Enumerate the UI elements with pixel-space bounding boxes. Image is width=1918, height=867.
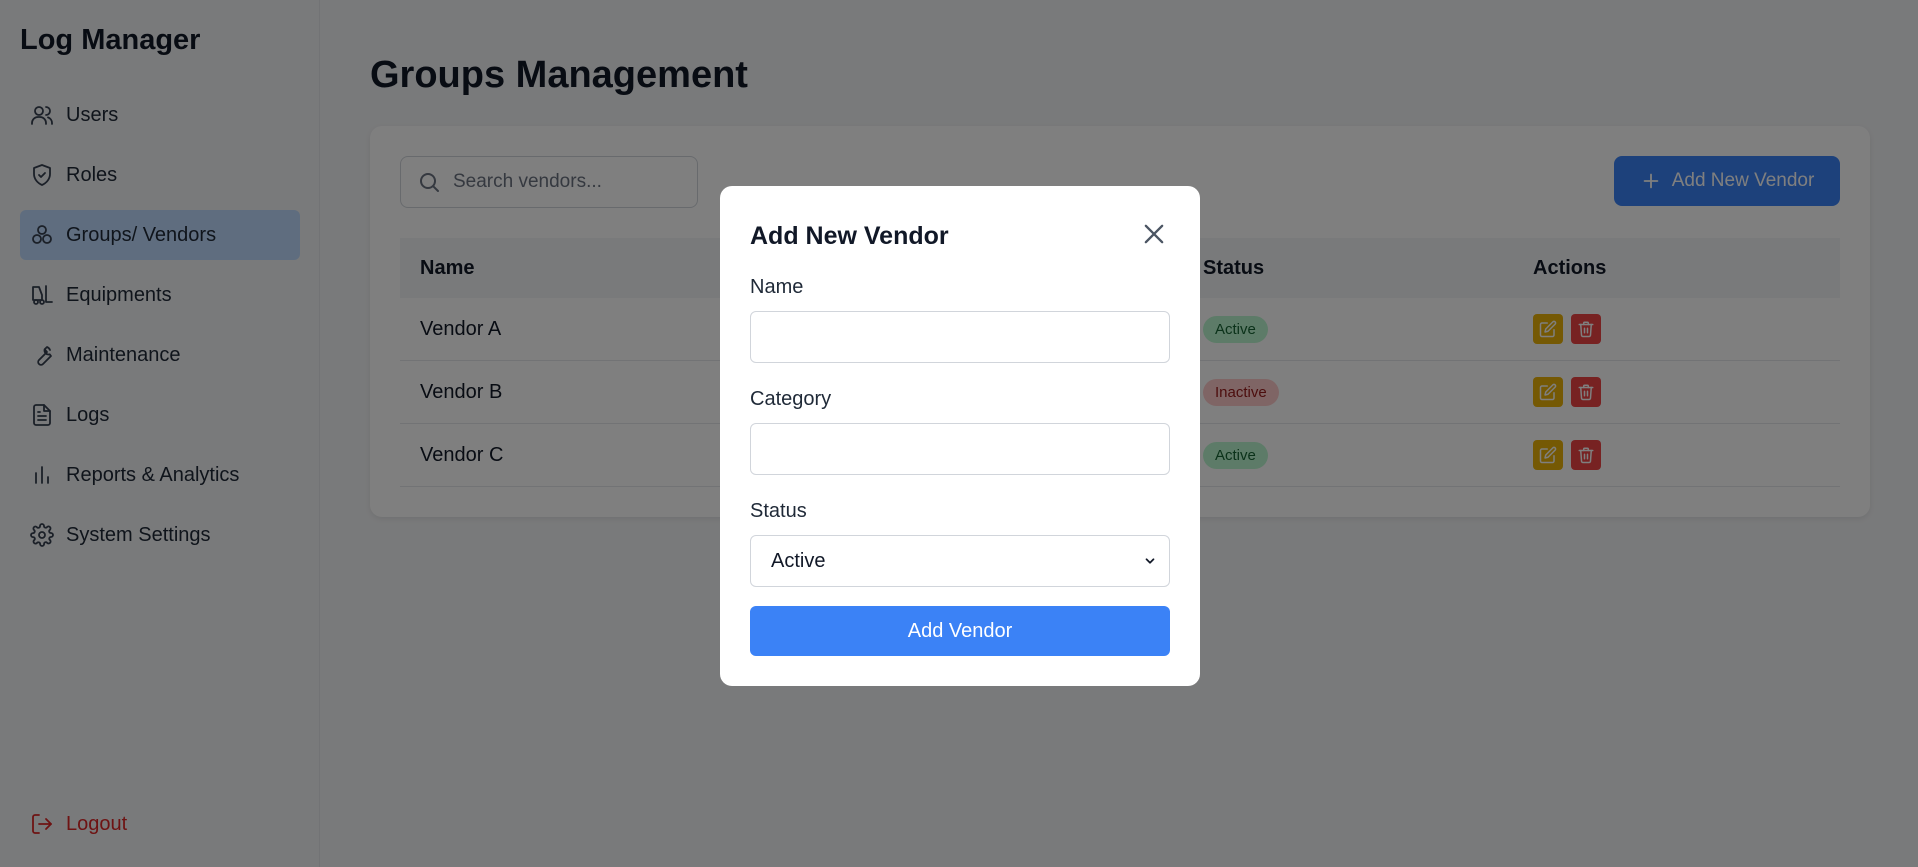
chevron-down-icon xyxy=(1145,558,1155,564)
name-label: Name xyxy=(750,276,804,298)
status-label: Status xyxy=(750,500,807,522)
category-label: Category xyxy=(750,388,832,410)
close-icon xyxy=(1144,224,1164,244)
add-vendor-modal: Add New Vendor Name Category Status Acti… xyxy=(720,186,1200,686)
name-field[interactable] xyxy=(750,311,1170,363)
modal-title: Add New Vendor xyxy=(750,222,949,250)
category-field[interactable] xyxy=(750,423,1170,475)
close-button[interactable] xyxy=(1140,220,1168,248)
status-select[interactable]: Active xyxy=(750,535,1170,587)
add-vendor-submit-button[interactable]: Add Vendor xyxy=(750,606,1170,656)
status-select-value: Active xyxy=(771,549,826,572)
